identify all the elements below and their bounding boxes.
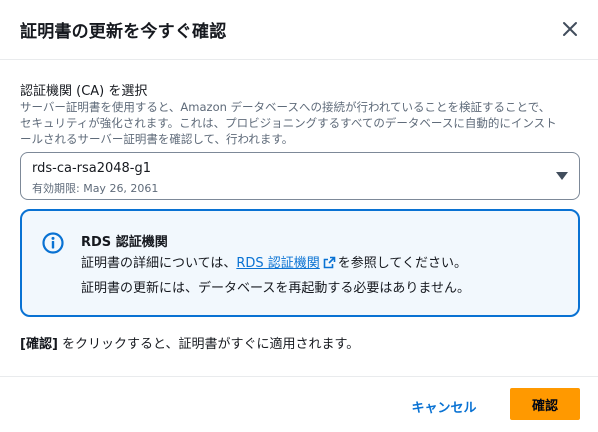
ca-field-description: サーバー証明書を使用すると、Amazon データベースへの接続が行われていること… xyxy=(20,99,580,147)
info-restart-note: 証明書の更新には、データベースを再起動する必要はありません。 xyxy=(81,281,470,296)
rds-ca-link[interactable]: RDS 認証機関 xyxy=(236,256,319,271)
confirm-button[interactable]: 確認 xyxy=(510,388,580,420)
ca-select-expiry: 有効期限: May 26, 2061 xyxy=(32,182,159,195)
info-detail-line: 証明書の詳細については、RDS 認証機関 を参照してください。 xyxy=(81,252,467,271)
external-link-icon[interactable] xyxy=(323,256,336,269)
ca-field-description-line: サーバー証明書を使用すると、Amazon データベースへの接続が行われていること… xyxy=(20,100,551,114)
info-icon xyxy=(42,232,64,254)
ca-field-label: 認証機関 (CA) を選択 xyxy=(20,84,148,99)
modal-header: 証明書の更新を今すぐ確認 xyxy=(0,0,598,60)
close-button[interactable] xyxy=(560,19,580,39)
caret-down-icon xyxy=(556,172,568,180)
cancel-button[interactable]: キャンセル xyxy=(396,390,492,422)
confirm-note: [確認] をクリックすると、証明書がすぐに適用されます。 xyxy=(20,333,359,352)
info-line1-prefix: 証明書の詳細については、 xyxy=(81,256,237,271)
ca-select[interactable]: rds-ca-rsa2048-g1 有効期限: May 26, 2061 xyxy=(20,152,580,200)
ca-field-description-line: ールされるサーバー証明書を確認して、行われます。 xyxy=(20,132,294,146)
confirm-note-text: をクリックすると、証明書がすぐに適用されます。 xyxy=(57,337,360,352)
ca-field-description-line: セキュリティが強化されます。これは、プロビジョニングするすべてのデータベースに自… xyxy=(20,116,557,130)
info-title: RDS 認証機関 xyxy=(81,235,168,250)
confirm-note-bold: [確認] xyxy=(20,337,58,352)
certificate-update-modal: 証明書の更新を今すぐ確認 認証機関 (CA) を選択 サーバー証明書を使用すると… xyxy=(0,0,598,432)
info-line1-suffix: を参照してください。 xyxy=(337,256,468,271)
info-alert: RDS 認証機関 証明書の詳細については、RDS 認証機関 を参照してください。… xyxy=(20,209,580,317)
ca-select-value: rds-ca-rsa2048-g1 xyxy=(32,161,152,176)
close-icon xyxy=(563,22,577,36)
modal-title: 証明書の更新を今すぐ確認 xyxy=(20,22,227,42)
modal-footer xyxy=(0,376,598,432)
